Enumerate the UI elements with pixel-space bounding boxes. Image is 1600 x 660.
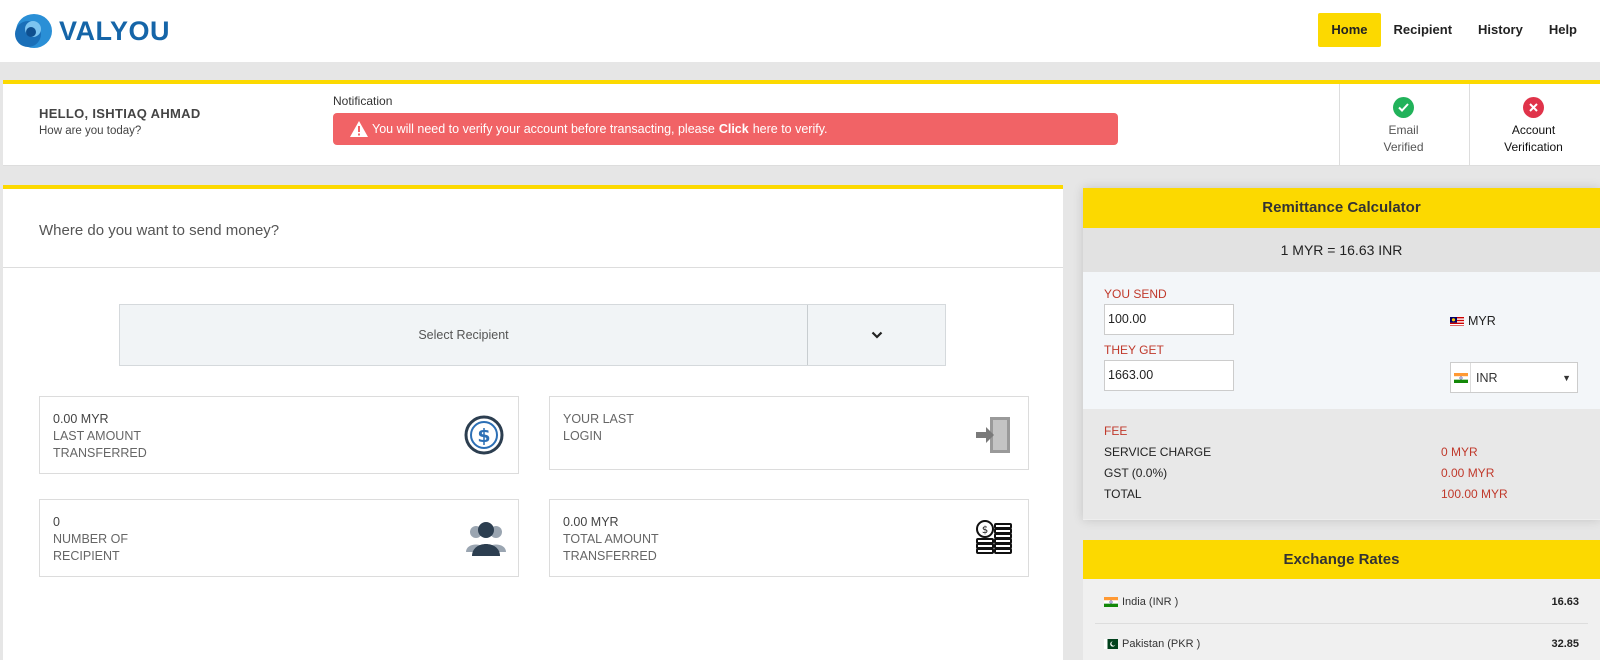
nav-home[interactable]: Home: [1318, 13, 1381, 47]
logo-swirl-icon: [13, 12, 53, 50]
stat-label: NUMBER OF: [53, 532, 128, 546]
nav-help[interactable]: Help: [1536, 13, 1590, 47]
rate-country: India (INR ): [1122, 596, 1179, 608]
last-amount-card: 0.00 MYR LAST AMOUNT TRANSFERRED $: [39, 396, 519, 474]
svg-text:$: $: [982, 525, 988, 536]
fee-label: SERVICE CHARGE: [1104, 445, 1212, 459]
send-money-card: Where do you want to send money? Select …: [3, 185, 1063, 660]
stat-label: LAST AMOUNT: [53, 429, 141, 443]
dollar-coin-icon: $: [464, 415, 504, 455]
users-icon: [464, 518, 506, 558]
rate-value: 16.63: [1551, 596, 1579, 608]
calculator-body: YOU SEND 100.00 MYR THEY GET 1663.00 INR…: [1083, 272, 1600, 409]
select-recipient-label: Select Recipient: [120, 305, 808, 365]
calculator-rate: 1 MYR = 16.63 INR: [1083, 228, 1600, 272]
account-label-2: Verification: [1504, 140, 1563, 154]
exchange-rates-title: Exchange Rates: [1083, 540, 1600, 579]
you-send-input[interactable]: 100.00: [1104, 304, 1234, 335]
nav-history[interactable]: History: [1465, 13, 1536, 47]
email-label-2: Verified: [1383, 140, 1424, 154]
notification-title: Notification: [333, 94, 393, 108]
calculator-title: Remittance Calculator: [1083, 188, 1600, 228]
rate-row-pakistan: Pakistan (PKR ) 32.85: [1104, 638, 1579, 650]
receive-currency-select[interactable]: INR ▼: [1450, 362, 1578, 393]
svg-text:$: $: [477, 425, 490, 447]
india-flag-icon: [1451, 363, 1471, 392]
they-get-input[interactable]: 1663.00: [1104, 360, 1234, 391]
rate-value: 32.85: [1551, 638, 1579, 650]
receive-currency-code: INR: [1476, 370, 1498, 385]
pakistan-flag-icon: [1104, 639, 1118, 649]
fee-row-service: SERVICE CHARGE 0 MYR: [1104, 445, 1564, 459]
exchange-rates-panel: Exchange Rates India (INR ) 16.63 Pakist…: [1083, 540, 1600, 660]
brand-name: VALYOU: [59, 15, 171, 46]
verify-click-link[interactable]: Click: [719, 122, 749, 136]
user-greeting: HELLO, ISHTIAQ AHMAD How are you today?: [39, 106, 201, 137]
fee-label: TOTAL: [1104, 487, 1142, 501]
stat-label: LOGIN: [563, 429, 602, 443]
greeting-sub: How are you today?: [39, 125, 142, 137]
alert-text-pre: You will need to verify your account bef…: [372, 122, 715, 136]
greeting-bar: HELLO, ISHTIAQ AHMAD How are you today? …: [3, 80, 1600, 166]
top-header: VALYOU Home Recipient History Help: [0, 0, 1600, 62]
caret-down-icon: ▼: [1562, 372, 1571, 383]
divider: [3, 267, 1063, 268]
warning-icon: [350, 121, 368, 137]
nav-recipient[interactable]: Recipient: [1381, 13, 1466, 47]
fee-title: FEE: [1104, 424, 1128, 438]
fee-value: 100.00 MYR: [1441, 487, 1508, 501]
stat-value: 0: [53, 515, 60, 529]
remittance-calculator: Remittance Calculator 1 MYR = 16.63 INR …: [1083, 188, 1600, 520]
main-nav: Home Recipient History Help: [1318, 13, 1590, 47]
stat-label: TOTAL AMOUNT: [563, 532, 659, 546]
verify-alert: You will need to verify your account bef…: [333, 113, 1118, 145]
account-verification-status[interactable]: Account Verification: [1469, 84, 1597, 165]
stat-label: RECIPIENT: [53, 549, 120, 563]
stat-label: TRANSFERRED: [563, 549, 657, 563]
email-label-1: Email: [1388, 123, 1419, 137]
send-money-question: Where do you want to send money?: [39, 222, 280, 239]
last-login-card: YOUR LAST LOGIN: [549, 396, 1029, 470]
check-circle-icon: [1393, 97, 1414, 118]
rate-country: Pakistan (PKR ): [1122, 638, 1201, 650]
stat-label: YOUR LAST: [563, 412, 634, 426]
send-currency: MYR: [1450, 314, 1496, 328]
fee-row-total: TOTAL 100.00 MYR: [1104, 487, 1564, 501]
divider: [1095, 623, 1588, 624]
fee-row-gst: GST (0.0%) 0.00 MYR: [1104, 466, 1564, 480]
total-amount-card: 0.00 MYR TOTAL AMOUNT TRANSFERRED $: [549, 499, 1029, 577]
select-recipient-dropdown[interactable]: Select Recipient: [119, 304, 946, 366]
recipient-count-card: 0 NUMBER OF RECIPIENT: [39, 499, 519, 577]
they-get-label: THEY GET: [1104, 343, 1164, 357]
coin-stack-icon: $: [974, 518, 1014, 558]
greeting-name: HELLO, ISHTIAQ AHMAD: [39, 106, 201, 121]
email-verified-status: Email Verified: [1339, 84, 1467, 165]
fee-section: FEE SERVICE CHARGE 0 MYR GST (0.0%) 0.00…: [1083, 409, 1600, 519]
send-currency-code: MYR: [1468, 314, 1496, 328]
you-send-label: YOU SEND: [1104, 287, 1167, 301]
account-label-1: Account: [1511, 123, 1556, 137]
malaysia-flag-icon: [1450, 316, 1464, 326]
fee-value: 0 MYR: [1441, 445, 1478, 459]
x-circle-icon: [1523, 97, 1544, 118]
stat-value: 0.00 MYR: [53, 412, 109, 426]
door-login-icon: [974, 415, 1014, 455]
valyou-logo[interactable]: VALYOU: [13, 12, 170, 50]
alert-text-post: here to verify.: [752, 122, 828, 136]
chevron-down-icon[interactable]: [808, 305, 945, 365]
fee-value: 0.00 MYR: [1441, 466, 1495, 480]
rate-row-india: India (INR ) 16.63: [1104, 596, 1579, 608]
fee-label: GST (0.0%): [1104, 466, 1168, 480]
stat-value: 0.00 MYR: [563, 515, 619, 529]
india-flag-icon: [1104, 597, 1118, 607]
stat-label: TRANSFERRED: [53, 446, 147, 460]
